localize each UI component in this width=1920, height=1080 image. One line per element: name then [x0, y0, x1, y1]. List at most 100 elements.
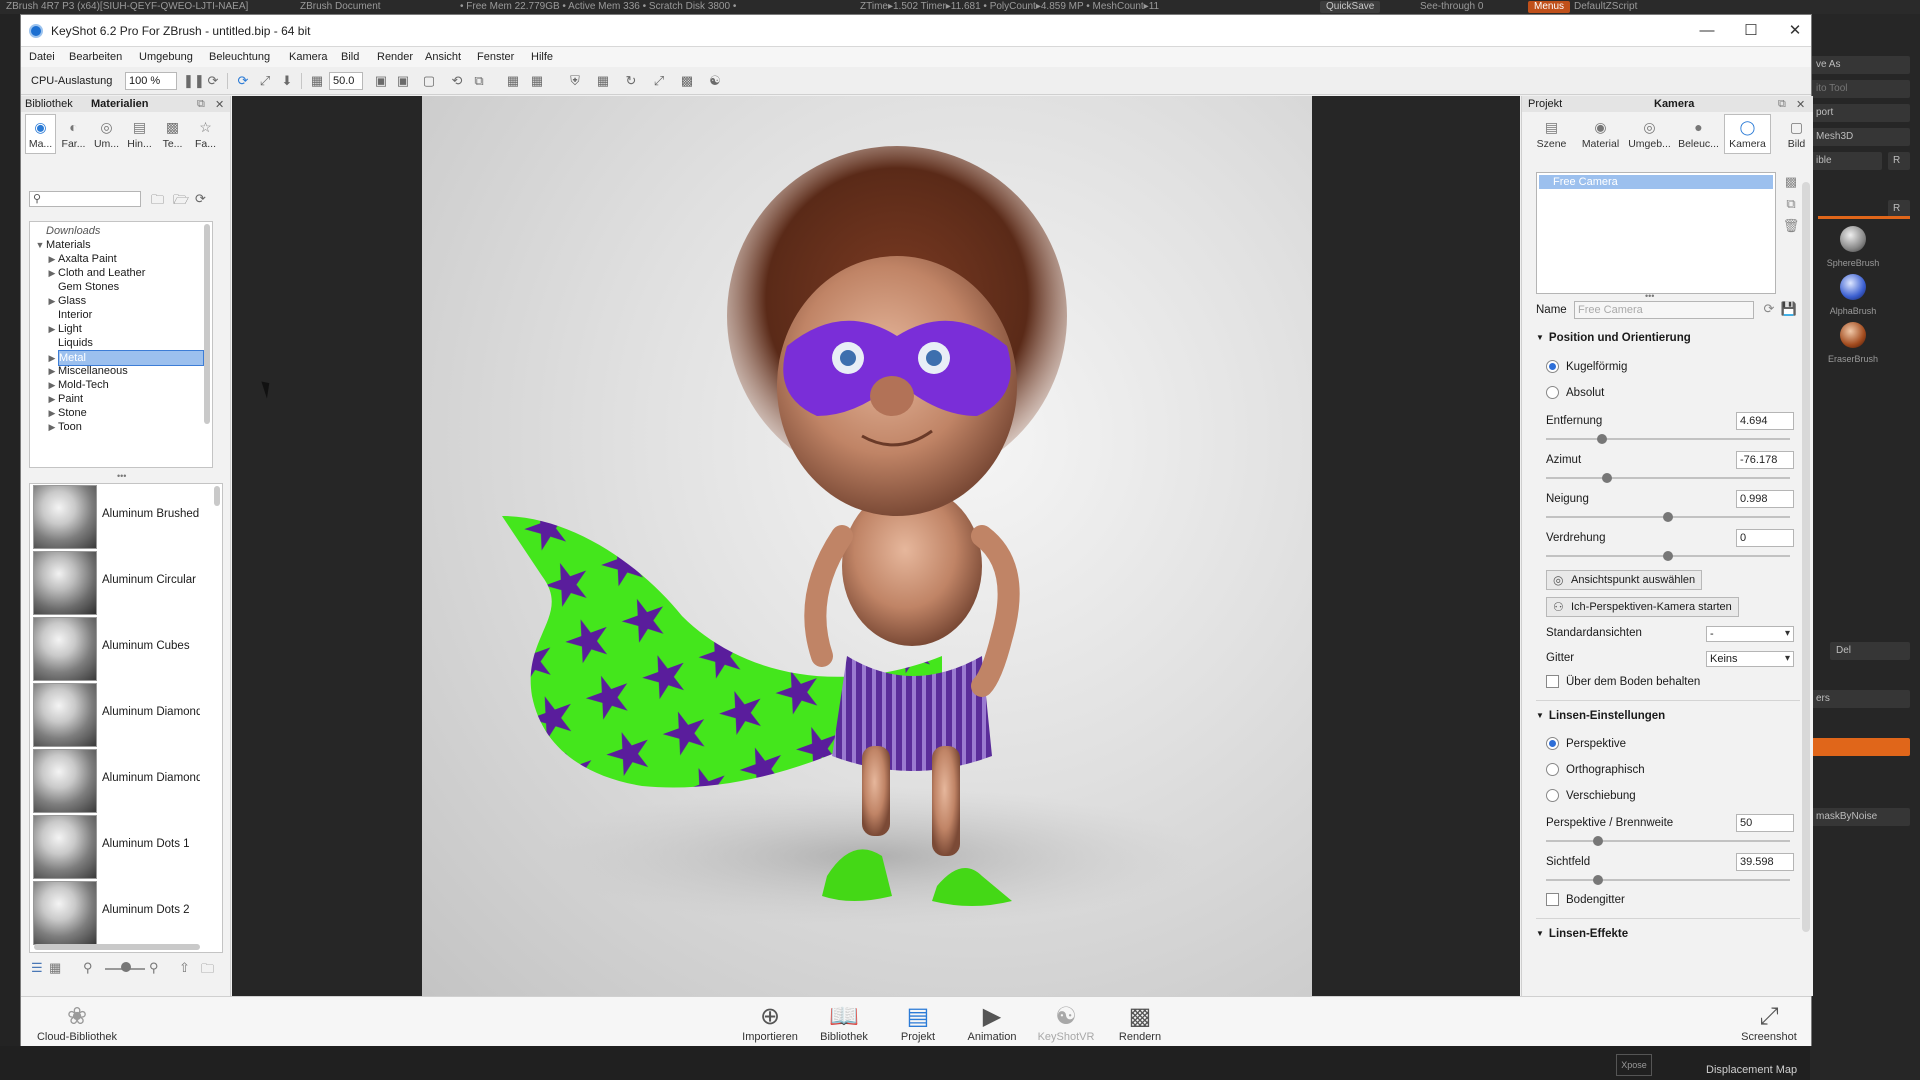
zbrush-r-button[interactable]: R [1888, 152, 1910, 170]
zoom-region-icon[interactable]: ▣ [395, 73, 411, 89]
cpu-usage-dropdown[interactable]: 100 % [125, 72, 177, 90]
xpose-button[interactable]: Xpose [1616, 1054, 1652, 1076]
tree-item-glass[interactable]: ▶ Glass [46, 294, 87, 308]
tree-arrow-icon[interactable]: ▶ [46, 420, 58, 434]
tool-icon[interactable]: ▦ [529, 73, 545, 89]
sphere-brush-icon[interactable] [1840, 226, 1866, 252]
save-camera-icon[interactable]: 💾 [1780, 301, 1798, 319]
material-thumbnail[interactable]: Aluminum Cubes [32, 616, 200, 681]
radio-orthographic[interactable] [1546, 763, 1559, 776]
tree-item-downloads[interactable]: Downloads [34, 224, 100, 238]
expand-icon[interactable]: ⤢ [651, 73, 667, 89]
performance-mode-icon[interactable]: ⟳ [205, 73, 221, 89]
subtab-environments[interactable]: ◎ Um... [91, 114, 122, 154]
focal-length-input[interactable]: 50.0 [329, 72, 363, 90]
cloud-library-button[interactable]: ❀ Cloud-Bibliothek [27, 997, 127, 1047]
zbrush-del-button[interactable]: Del [1830, 642, 1910, 660]
pause-icon[interactable]: ❚❚ [183, 73, 205, 89]
tree-item-interior[interactable]: Interior [46, 308, 92, 322]
tree-item-materials[interactable]: ▼ Materials [34, 238, 91, 252]
field-of-view-slider-knob[interactable] [1592, 875, 1603, 885]
float-panel-icon[interactable]: ⧉ [197, 98, 205, 111]
tree-arrow-icon[interactable]: ▶ [46, 294, 58, 308]
zoom-in-icon[interactable]: ⚲ [149, 960, 159, 976]
render-viewport[interactable] [232, 96, 1520, 996]
add-folder-icon[interactable]: 🗀 [151, 191, 164, 213]
material-thumbnail[interactable]: Aluminum Brushed [32, 484, 200, 549]
delete-camera-icon[interactable]: 🗑 [1782, 218, 1800, 236]
script-console-icon[interactable]: ▩ [679, 73, 695, 89]
menu-ansicht[interactable]: Ansicht [425, 51, 461, 63]
inclination-slider-knob[interactable] [1663, 512, 1673, 522]
subtab-scene[interactable]: ▤ Szene [1528, 114, 1575, 154]
quicksave-button[interactable]: QuickSave [1320, 1, 1381, 13]
tab-projekt[interactable]: Projekt [1528, 98, 1562, 110]
tree-arrow-icon[interactable]: ▶ [46, 266, 58, 280]
material-thumbnail[interactable]: Aluminum Dots 1 [32, 814, 200, 879]
tree-item-liquids[interactable]: Liquids [46, 336, 93, 350]
menus-button[interactable]: Menus [1528, 1, 1571, 13]
distance-input[interactable]: 4.694 [1736, 412, 1794, 430]
azimuth-input[interactable]: -76.178 [1736, 451, 1794, 469]
material-thumbnail[interactable]: Aluminum Dots 2 [32, 880, 200, 945]
menu-hilfe[interactable]: Hilfe [531, 51, 553, 63]
subtab-image[interactable]: ▢ Bild [1773, 114, 1820, 154]
close-panel-icon[interactable]: ✕ [1796, 98, 1805, 111]
section-position-orientation[interactable]: Position und Orientierung [1536, 332, 1691, 344]
tree-arrow-icon[interactable]: ▶ [46, 322, 58, 336]
grid-view-icon[interactable]: ▦ [49, 960, 61, 976]
menu-bearbeiten[interactable]: Bearbeiten [69, 51, 122, 63]
radio-spherical[interactable] [1546, 360, 1559, 373]
tree-item-mold-tech[interactable]: ▶ Mold-Tech [46, 378, 109, 392]
shield-icon[interactable]: ⛨ [567, 73, 583, 89]
close-button[interactable]: ✕ [1783, 20, 1807, 42]
tree-arrow-icon[interactable]: ▶ [46, 378, 58, 392]
move-icon[interactable]: ▦ [505, 73, 521, 89]
open-folder-icon[interactable]: 🗁 [173, 191, 189, 213]
material-thumbnail[interactable]: Aluminum Circular Me [32, 550, 200, 615]
rotate-icon[interactable]: ⟲ [449, 73, 465, 89]
grid-dropdown[interactable]: Keins [1706, 651, 1794, 667]
region-icon[interactable]: ▣ [373, 73, 389, 89]
twist-slider-knob[interactable] [1663, 551, 1673, 561]
focal-length-field[interactable]: 50 [1736, 814, 1794, 832]
thumb-scrollbar[interactable] [214, 486, 220, 506]
float-panel-icon[interactable]: ⧉ [1778, 98, 1786, 111]
tree-scrollbar[interactable] [204, 224, 210, 424]
standard-views-dropdown[interactable]: - [1706, 626, 1794, 642]
subtab-favorites[interactable]: ☆ Fa... [190, 114, 221, 154]
menu-umgebung[interactable]: Umgebung [139, 51, 193, 63]
keyshotvr-button[interactable]: ☯ KeyShotVR [1031, 997, 1101, 1047]
select-viewpoint-button[interactable]: ◎ Ansichtspunkt auswählen [1546, 570, 1703, 590]
menu-fenster[interactable]: Fenster [477, 51, 514, 63]
thumb-horizontal-scrollbar[interactable] [34, 944, 200, 950]
add-camera-icon[interactable]: ▩ [1782, 174, 1800, 192]
inclination-slider[interactable] [1546, 512, 1790, 522]
maximize-button[interactable]: ☐ [1739, 20, 1763, 42]
menu-datei[interactable]: Datei [29, 51, 55, 63]
field-of-view-field[interactable]: 39.598 [1736, 853, 1794, 871]
render-button[interactable]: ▩ Rendern [1105, 997, 1175, 1047]
material-thumbnail[interactable]: Aluminum Diamond P [32, 748, 200, 813]
twist-input[interactable]: 0 [1736, 529, 1794, 547]
tab-materialien[interactable]: Materialien [91, 98, 148, 110]
default-zscript-label[interactable]: DefaultZScript [1574, 0, 1637, 14]
duplicate-camera-icon[interactable]: ⧉ [1782, 196, 1800, 214]
distance-slider-knob[interactable] [1597, 434, 1608, 444]
subtab-material[interactable]: ◉ Material [1577, 114, 1624, 154]
tree-item-gem-stones[interactable]: Gem Stones [46, 280, 119, 294]
zbrush-markers-button[interactable]: ers [1810, 690, 1910, 708]
tree-item-stone[interactable]: ▶ Stone [46, 406, 87, 420]
import-button[interactable]: ⊕ Importieren [735, 997, 805, 1047]
list-view-icon[interactable]: ☰ [31, 960, 43, 976]
fit-view-icon[interactable]: ⤢ [257, 73, 273, 89]
subtab-textures[interactable]: ▩ Te... [157, 114, 188, 154]
geometry-view-icon[interactable]: ▦ [595, 73, 611, 89]
focal-length-slider-knob[interactable] [1592, 836, 1603, 846]
zbrush-save-as-button[interactable]: ve As [1810, 56, 1910, 74]
camera-list-item[interactable]: Free Camera [1539, 175, 1773, 189]
field-of-view-slider[interactable] [1546, 875, 1790, 885]
thumb-size-knob[interactable] [121, 962, 131, 972]
pose-icon[interactable]: ☯ [707, 73, 723, 89]
floor-grid-checkbox[interactable] [1546, 893, 1559, 906]
